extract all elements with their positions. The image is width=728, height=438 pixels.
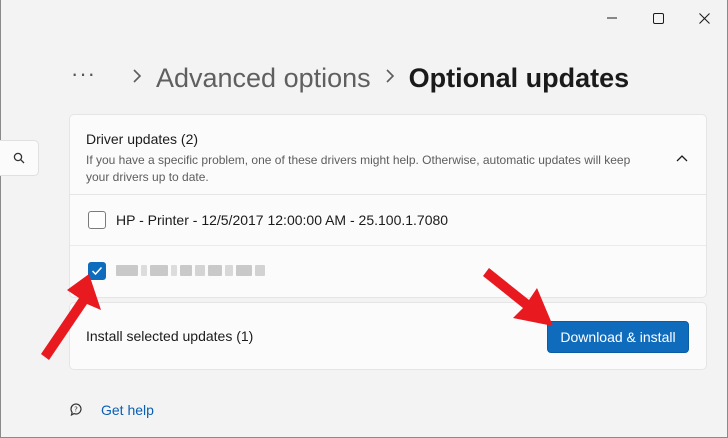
breadcrumb-advanced-options[interactable]: Advanced options <box>156 63 371 94</box>
nav-search-button[interactable] <box>0 140 39 176</box>
breadcrumb: ··· Advanced options Optional updates <box>71 58 629 98</box>
close-icon <box>698 12 710 24</box>
window-controls <box>589 0 727 36</box>
maximize-icon <box>652 12 664 24</box>
driver-updates-card: Driver updates (2) If you have a specifi… <box>69 114 707 298</box>
driver-row-obscured <box>70 245 706 295</box>
more-options-button[interactable]: ··· <box>71 63 96 85</box>
driver-row-hp-printer: HP - Printer - 12/5/2017 12:00:00 AM - 2… <box>70 195 706 245</box>
svg-text:?: ? <box>74 406 78 414</box>
chevron-right-icon <box>126 68 148 88</box>
chevron-right-icon <box>379 68 401 88</box>
obscured-driver-label <box>116 265 265 276</box>
maximize-button[interactable] <box>635 0 681 36</box>
install-selected-label: Install selected updates (1) <box>86 328 254 344</box>
get-help[interactable]: ? Get help <box>69 402 154 418</box>
get-help-link[interactable]: Get help <box>101 402 154 418</box>
driver-updates-header[interactable]: Driver updates (2) If you have a specifi… <box>70 115 706 195</box>
search-icon <box>13 152 24 164</box>
minimize-button[interactable] <box>589 0 635 36</box>
minimize-icon <box>607 17 617 19</box>
chevron-up-icon[interactable] <box>676 149 688 167</box>
close-button[interactable] <box>681 0 727 36</box>
checkmark-icon <box>91 266 103 275</box>
driver-label: HP - Printer - 12/5/2017 12:00:00 AM - 2… <box>116 212 449 228</box>
page-title: Optional updates <box>408 62 630 93</box>
driver-updates-title: Driver updates (2) <box>86 131 199 147</box>
driver-checkbox-checked[interactable] <box>88 261 106 280</box>
driver-checkbox[interactable] <box>88 211 106 229</box>
driver-updates-description: If you have a specific problem, one of t… <box>86 153 631 184</box>
download-install-button[interactable]: Download & install <box>547 321 689 353</box>
help-icon: ? <box>70 403 82 417</box>
install-card: Install selected updates (1) Download & … <box>69 302 707 370</box>
